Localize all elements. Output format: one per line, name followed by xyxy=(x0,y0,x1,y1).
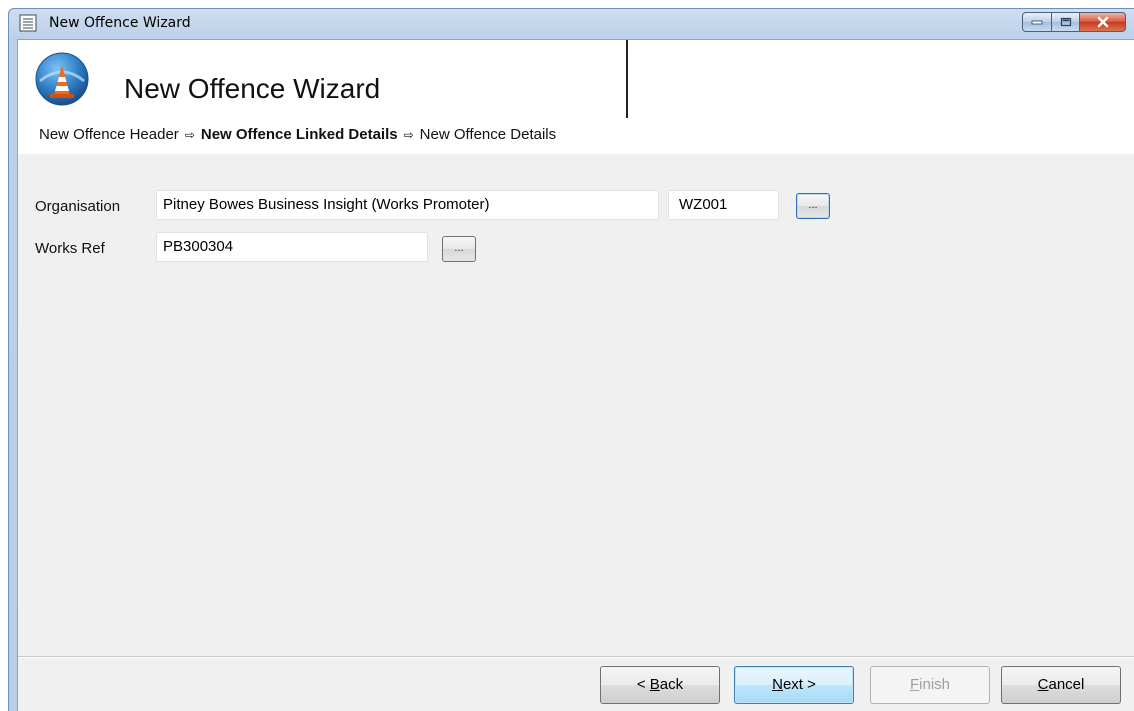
next-accelerator: N xyxy=(772,676,783,693)
back-button[interactable]: < Back xyxy=(600,666,720,704)
minimize-icon xyxy=(1031,20,1043,25)
breadcrumb-arrow-icon: ⇨ xyxy=(403,128,414,142)
works-ref-browse-button[interactable]: ... xyxy=(442,236,476,262)
organisation-field[interactable]: Pitney Bowes Business Insight (Works Pro… xyxy=(156,190,659,220)
close-button[interactable] xyxy=(1080,12,1126,32)
works-ref-label: Works Ref xyxy=(35,240,105,257)
cancel-label-rest: ancel xyxy=(1048,676,1085,693)
minimize-button[interactable] xyxy=(1022,12,1052,32)
back-label-prefix: < xyxy=(636,676,650,693)
maximize-button[interactable] xyxy=(1052,12,1080,32)
next-label-rest: ext > xyxy=(782,676,816,693)
breadcrumb: New Offence Header ⇨ New Offence Linked De… xyxy=(39,126,556,143)
back-label-rest: ack xyxy=(659,676,684,693)
cancel-accelerator: C xyxy=(1037,676,1049,693)
next-button[interactable]: Next > xyxy=(734,666,854,704)
breadcrumb-step-details: New Offence Details xyxy=(419,126,557,143)
wizard-window: New Offence Wizard New Offence Wizard Ne… xyxy=(8,8,1134,711)
title-bar[interactable]: New Offence Wizard xyxy=(9,9,1134,39)
maximize-icon xyxy=(1060,17,1071,27)
finish-button[interactable]: Finish xyxy=(870,666,990,704)
header-divider xyxy=(626,40,628,118)
organisation-code-field[interactable]: WZ001 xyxy=(668,190,779,220)
breadcrumb-step-linked-details: New Offence Linked Details xyxy=(200,126,398,143)
close-icon xyxy=(1097,16,1108,28)
finish-accelerator: F xyxy=(909,676,920,693)
organisation-row: Organisation Pitney Bowes Business Insig… xyxy=(18,190,1134,224)
wizard-header: New Offence Wizard New Offence Header ⇨ Ne… xyxy=(18,40,1134,154)
works-ref-row: Works Ref PB300304 ... xyxy=(18,232,1134,266)
organisation-label: Organisation xyxy=(35,198,121,215)
traffic-cone-logo-icon xyxy=(35,52,89,106)
form-icon xyxy=(19,14,37,32)
back-accelerator: B xyxy=(649,676,660,693)
wizard-client-area: New Offence Wizard New Offence Header ⇨ Ne… xyxy=(17,39,1134,711)
caption-buttons xyxy=(1022,12,1126,34)
breadcrumb-arrow-icon: ⇨ xyxy=(184,128,195,142)
organisation-browse-button[interactable]: ... xyxy=(796,193,830,219)
window-title: New Offence Wizard xyxy=(49,15,191,31)
header-title: New Offence Wizard xyxy=(124,73,381,104)
works-ref-field[interactable]: PB300304 xyxy=(156,232,428,262)
cancel-button[interactable]: Cancel xyxy=(1001,666,1121,704)
footer-divider-highlight xyxy=(18,657,1134,658)
finish-label-rest: inish xyxy=(919,676,951,693)
breadcrumb-step-header: New Offence Header xyxy=(39,126,179,143)
